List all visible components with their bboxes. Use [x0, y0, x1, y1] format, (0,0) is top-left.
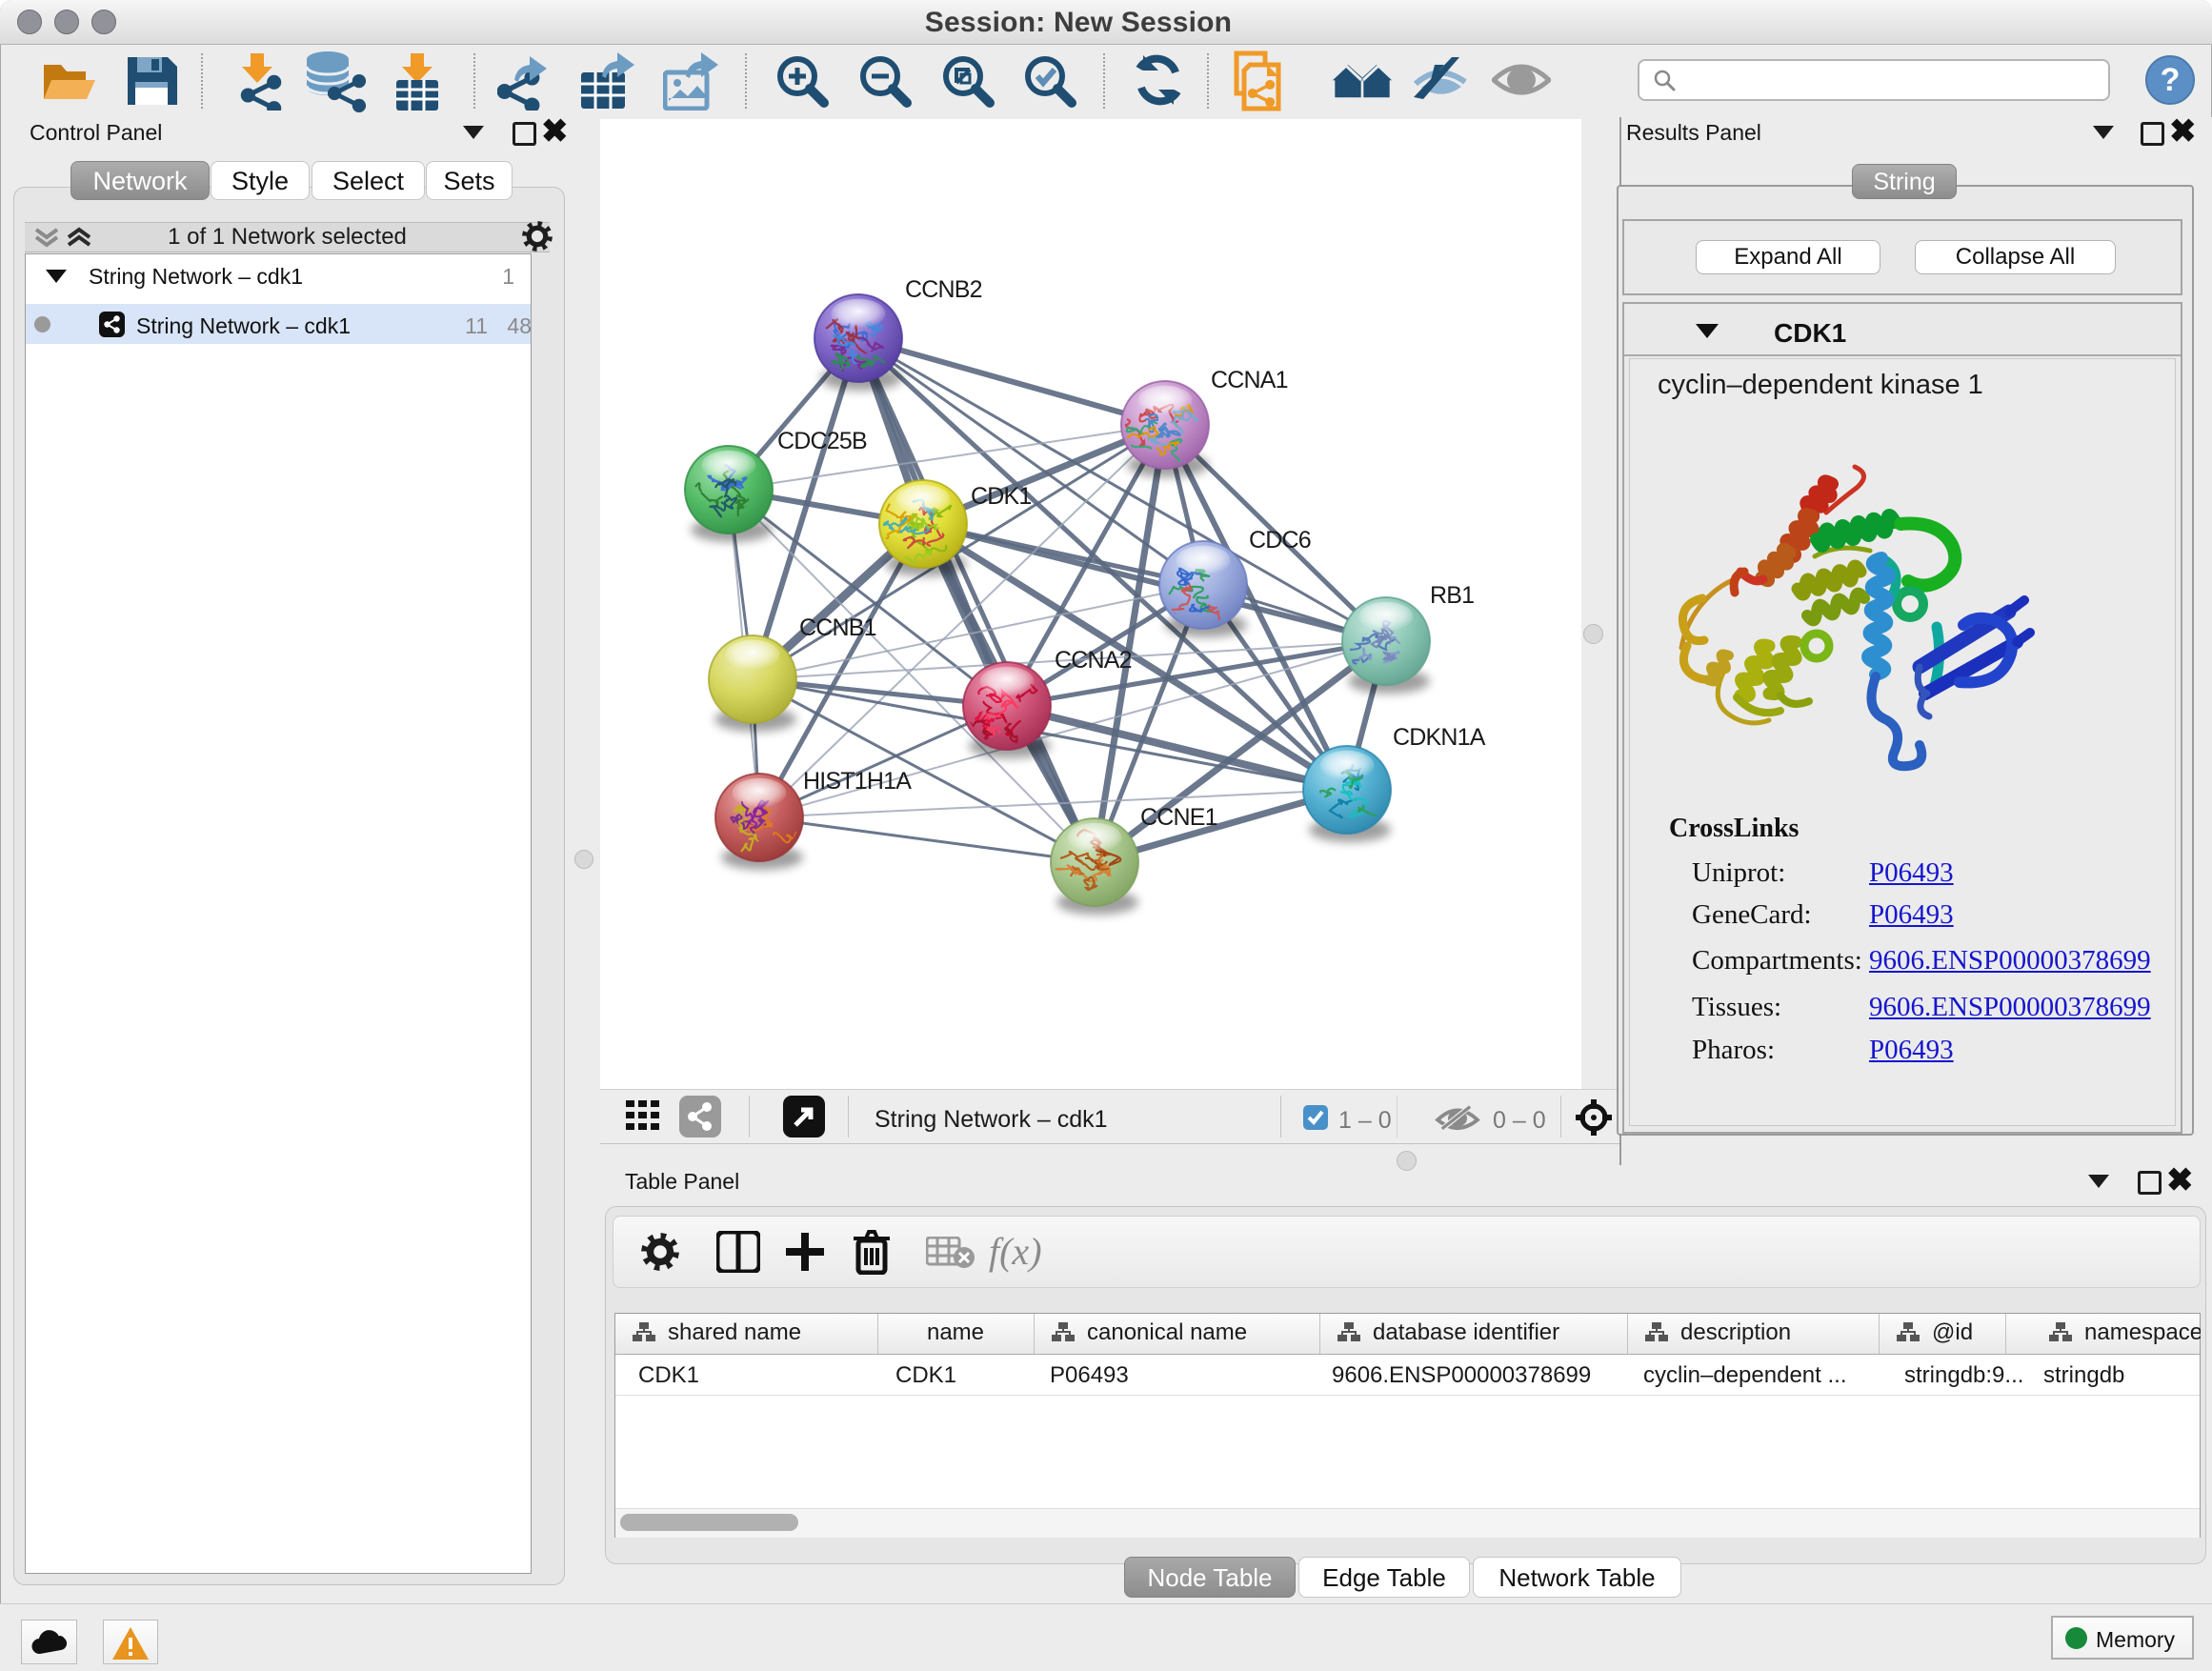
- svg-text:CCNE1: CCNE1: [1140, 804, 1217, 831]
- svg-text:HIST1H1A: HIST1H1A: [803, 768, 912, 795]
- svg-text:CDC6: CDC6: [1249, 527, 1311, 554]
- svg-text:CDC25B: CDC25B: [777, 428, 867, 454]
- svg-text:CCNB2: CCNB2: [905, 276, 982, 303]
- svg-text:CCNA1: CCNA1: [1211, 367, 1288, 393]
- svg-text:CDK1: CDK1: [971, 483, 1032, 510]
- svg-text:CCNA2: CCNA2: [1055, 647, 1132, 674]
- svg-text:CDKN1A: CDKN1A: [1393, 724, 1486, 751]
- svg-text:CCNB1: CCNB1: [799, 614, 876, 641]
- svg-text:RB1: RB1: [1430, 582, 1474, 609]
